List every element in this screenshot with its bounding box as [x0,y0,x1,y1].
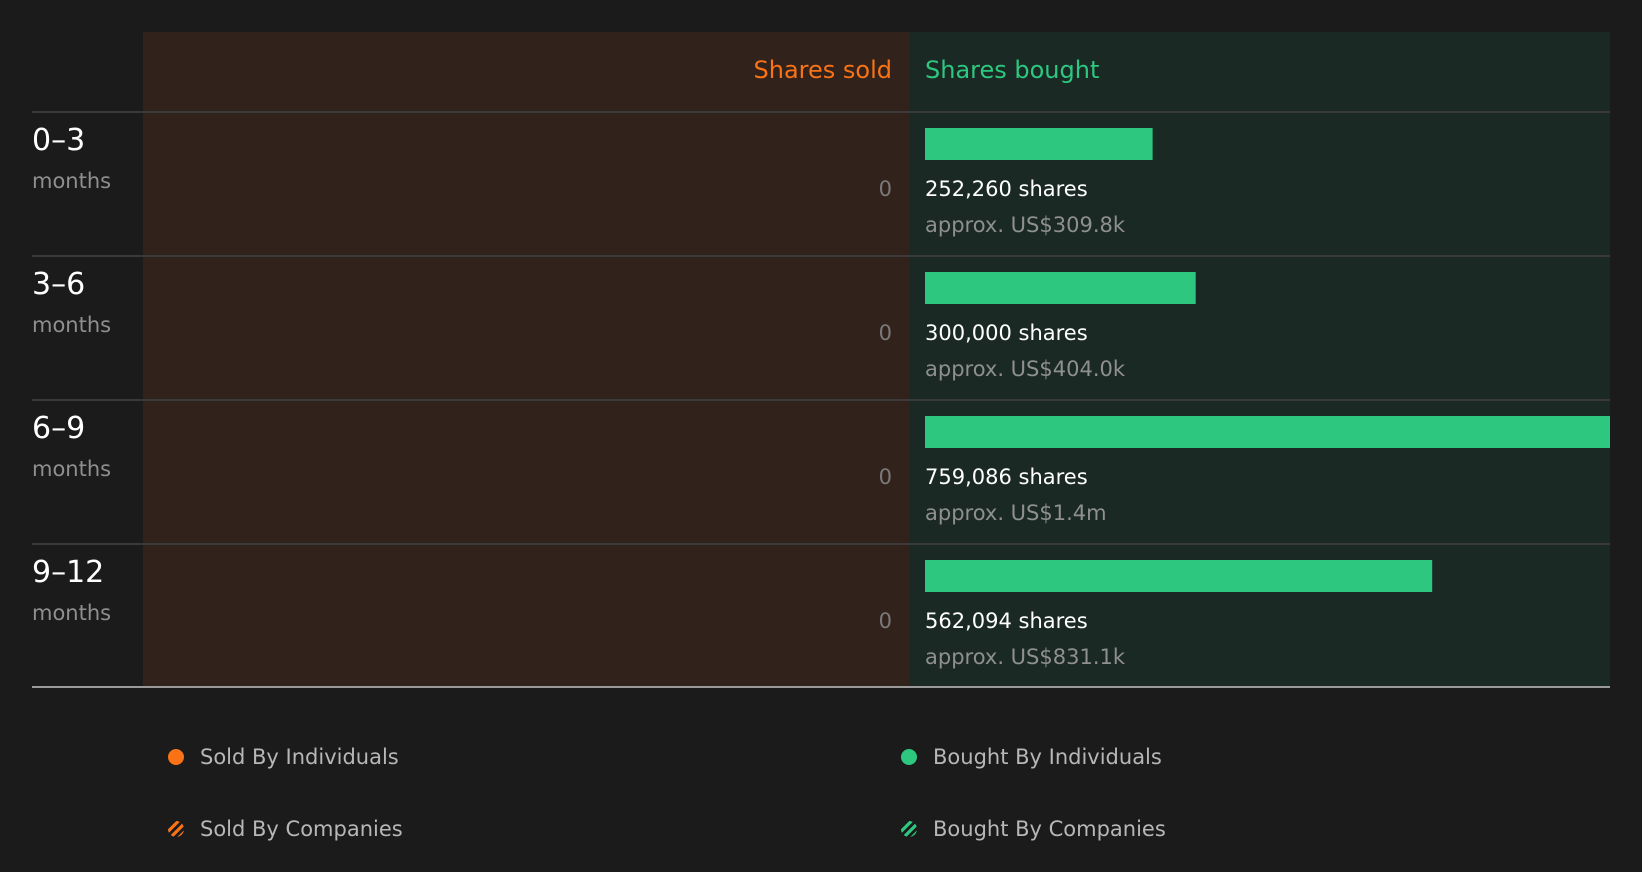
shares-bought-bar [925,128,1153,160]
period-range-label: 6–9 [32,411,85,446]
shares-bought-label: 300,000 shares [925,321,1088,345]
period-unit-label: months [32,457,111,481]
shares-bought-value-label: approx. US$309.8k [925,213,1126,237]
period-unit-label: months [32,313,111,337]
bought-by-companies-swatch [901,821,917,837]
insider-trading-chart: Shares sold Shares bought 0–3 months 0 252,… [32,32,1610,688]
chart-legend: Sold By Individuals Bought By Individual… [0,720,1642,872]
shares-bought-bar [925,416,1610,448]
shares-bought-label: 759,086 shares [925,465,1088,489]
shares-bought-bar [925,272,1196,304]
legend-label: Bought By Individuals [933,745,1162,769]
legend-item-sold-by-companies: Sold By Companies [168,814,403,844]
legend-label: Bought By Companies [933,817,1166,841]
sold-by-companies-swatch [168,821,184,837]
shares-sold-value: 0 [879,177,892,201]
period-range-label: 9–12 [32,555,104,590]
period-range-label: 3–6 [32,267,85,302]
shares-bought-bar [925,560,1433,592]
shares-bought-value-label: approx. US$404.0k [925,357,1126,381]
period-unit-label: months [32,601,111,625]
shares-bought-value-label: approx. US$1.4m [925,501,1107,525]
sold-panel [143,32,909,688]
legend-item-bought-by-individuals: Bought By Individuals [901,742,1162,772]
shares-bought-value-label: approx. US$831.1k [925,645,1126,669]
shares-bought-label: 562,094 shares [925,609,1088,633]
sold-by-individuals-swatch [168,749,184,765]
legend-label: Sold By Companies [200,817,403,841]
period-unit-label: months [32,169,111,193]
legend-item-bought-by-companies: Bought By Companies [901,814,1166,844]
bought-by-individuals-swatch [901,749,917,765]
period-range-label: 0–3 [32,123,85,158]
shares-bought-header: Shares bought [925,56,1099,84]
shares-sold-value: 0 [879,321,892,345]
shares-sold-value: 0 [879,609,892,633]
legend-item-sold-by-individuals: Sold By Individuals [168,742,399,772]
shares-sold-value: 0 [879,465,892,489]
shares-bought-label: 252,260 shares [925,177,1088,201]
legend-label: Sold By Individuals [200,745,399,769]
shares-sold-header: Shares sold [754,56,892,84]
